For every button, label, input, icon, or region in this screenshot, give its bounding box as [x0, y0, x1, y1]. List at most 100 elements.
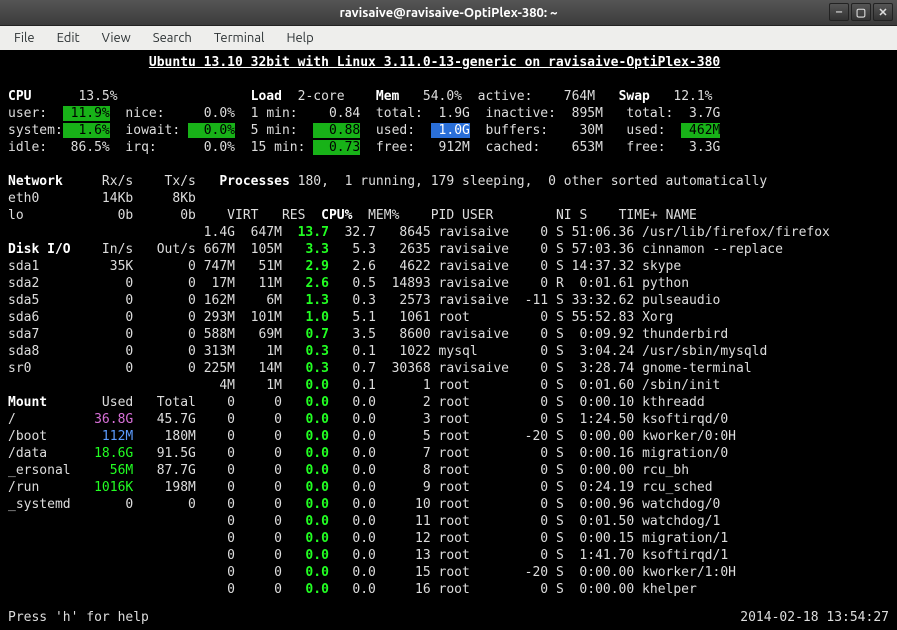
proc-res: 1M: [235, 378, 282, 393]
minimize-button[interactable]: ‒: [829, 3, 849, 21]
proc-time: 57:03.36: [572, 242, 635, 257]
terminal-viewport[interactable]: Ubuntu 13.10 32bit with Linux 3.11.0-13-…: [0, 50, 897, 630]
proc-cpu: 0.0: [282, 497, 329, 512]
text: [548, 293, 556, 308]
cpu-nice-label: nice:: [125, 106, 188, 121]
text: [8, 582, 196, 597]
proc-res: 105M: [235, 242, 282, 257]
mount-total: 0: [133, 497, 196, 512]
disk-dev: sr0: [8, 361, 78, 376]
text: [360, 106, 376, 121]
disk-out: 0: [133, 310, 196, 325]
close-button[interactable]: ✕: [873, 3, 893, 21]
window-title: ravisaive@ravisaive-OptiPlex-380: ~: [340, 6, 558, 20]
proc-pid: 1: [376, 378, 431, 393]
proc-virt: 313M: [196, 344, 235, 359]
maximize-button[interactable]: ▢: [851, 3, 871, 21]
load-1m-label: 1 min:: [251, 106, 314, 121]
col-pid: PID: [399, 208, 454, 223]
mount-point: /boot: [8, 429, 78, 444]
footer-time: 2014-02-18 13:54:27: [740, 609, 889, 626]
text: [235, 106, 251, 121]
proc-pid: 3: [376, 412, 431, 427]
proc-cpu: 0.0: [282, 480, 329, 495]
menu-view[interactable]: View: [92, 29, 141, 47]
proc-ni: 0: [517, 548, 548, 563]
system-header: Ubuntu 13.10 32bit with Linux 3.11.0-13-…: [149, 55, 720, 70]
col-cpu[interactable]: CPU%: [305, 208, 352, 223]
mem-cached-label: cached:: [486, 140, 564, 155]
text: [462, 89, 478, 104]
terminal-line: 0 0 0.0 0.0 15 root -20 S 0:00.00 kworke…: [8, 564, 889, 581]
text: [196, 174, 219, 189]
proc-mem: 0.0: [329, 480, 376, 495]
text: [431, 310, 439, 325]
menu-edit[interactable]: Edit: [47, 29, 90, 47]
network-label: Network: [8, 174, 78, 189]
mount-used: 112M: [78, 429, 133, 444]
mem-buffers-label: buffers:: [486, 123, 564, 138]
proc-user: root: [439, 446, 517, 461]
proc-s: S: [556, 361, 572, 376]
proc-name: skype: [642, 259, 681, 274]
proc-ni: -20: [517, 565, 548, 580]
col-s: S: [579, 208, 595, 223]
disk-dev: sda6: [8, 310, 78, 325]
proc-cpu: 0.0: [282, 582, 329, 597]
proc-time: 0:24.19: [572, 480, 635, 495]
proc-summary: 180, 1 running, 179 sleeping, 0 other so…: [298, 174, 768, 189]
text: [548, 276, 556, 291]
proc-virt: 162M: [196, 293, 235, 308]
mem-inactive: 895M: [564, 106, 603, 121]
text: [548, 480, 556, 495]
proc-pid: 4622: [376, 259, 431, 274]
proc-time: 0:09.92: [572, 327, 635, 342]
menu-terminal[interactable]: Terminal: [204, 29, 275, 47]
proc-pid: 1061: [376, 310, 431, 325]
text: [360, 140, 376, 155]
net-rx: 14Kb: [78, 191, 133, 206]
col-virt: VIRT: [219, 208, 258, 223]
text: [603, 140, 626, 155]
terminal-line: idle: 86.5% irq: 0.0% 15 min: 0.73 free:…: [8, 139, 889, 156]
text: [548, 582, 556, 597]
text: [548, 242, 556, 257]
menu-help[interactable]: Help: [276, 29, 323, 47]
menu-file[interactable]: File: [4, 29, 45, 47]
proc-res: 101M: [235, 310, 282, 325]
text: [548, 378, 556, 393]
text: [634, 497, 642, 512]
proc-time: 0:00.10: [572, 395, 635, 410]
text: [634, 395, 642, 410]
proc-mem: 0.0: [329, 463, 376, 478]
proc-cpu: 0.0: [282, 378, 329, 393]
text: [431, 327, 439, 342]
mem-total: 1.9G: [431, 106, 470, 121]
proc-time: 0:00.00: [572, 565, 635, 580]
proc-res: 0: [235, 514, 282, 529]
proc-s: S: [556, 378, 572, 393]
proc-user: root: [439, 480, 517, 495]
text: [431, 480, 439, 495]
mount-total: 180M: [133, 429, 196, 444]
col-ni: NI: [540, 208, 571, 223]
disk-out: 0: [133, 344, 196, 359]
proc-virt: 747M: [196, 259, 235, 274]
terminal-line: 1.4G 647M 13.7 32.7 8645 ravisaive 0 S 5…: [8, 224, 889, 241]
menu-search[interactable]: Search: [143, 29, 202, 47]
proc-mem: 0.7: [329, 361, 376, 376]
proc-label: Processes: [219, 174, 297, 189]
swap-free-label: free:: [626, 140, 681, 155]
proc-user: root: [439, 531, 517, 546]
text: [548, 531, 556, 546]
proc-res: 1M: [235, 344, 282, 359]
window-titlebar: ravisaive@ravisaive-OptiPlex-380: ~ ‒ ▢ …: [0, 0, 897, 26]
proc-virt: 0: [196, 446, 235, 461]
terminal-line: 4M 1M 0.0 0.1 1 root 0 S 0:01.60 /sbin/i…: [8, 377, 889, 394]
cpu-irq: 0.0%: [188, 140, 235, 155]
net-rx: 0b: [78, 208, 133, 223]
net-tx: 0b: [133, 208, 196, 223]
proc-name: /usr/sbin/mysqld: [642, 344, 767, 359]
terminal-line: sda2 0 0 17M 11M 2.6 0.5 14893 ravisaive…: [8, 275, 889, 292]
proc-mem: 0.0: [329, 582, 376, 597]
